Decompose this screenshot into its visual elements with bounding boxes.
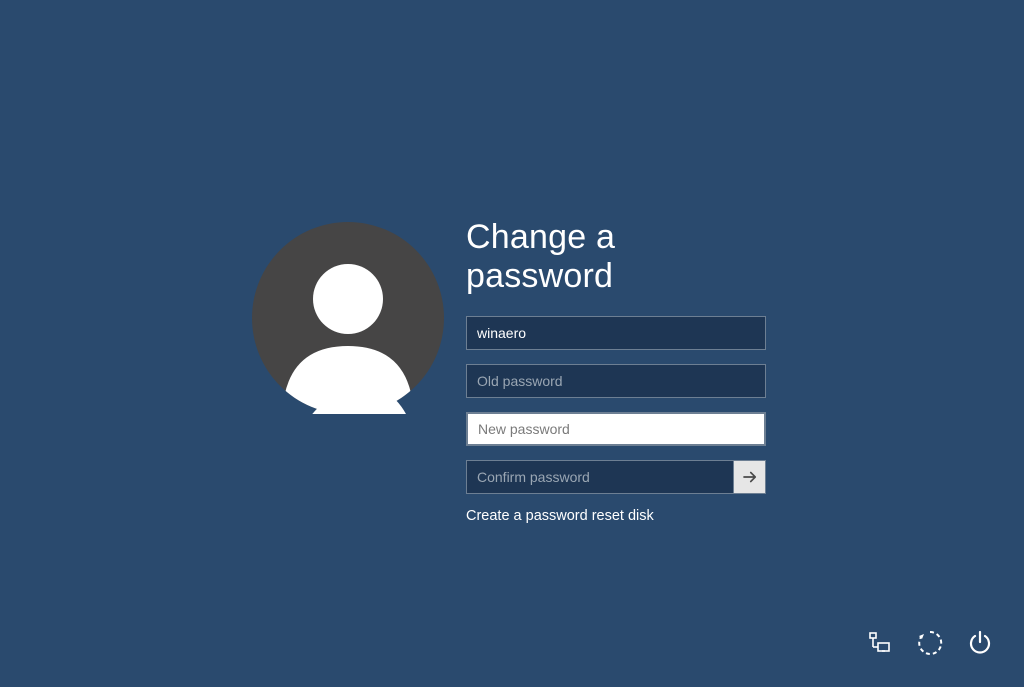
system-tray	[866, 629, 994, 657]
arrow-right-icon	[741, 468, 759, 486]
form-area: Change a password Create a password rese…	[466, 222, 768, 525]
submit-button[interactable]	[734, 460, 766, 494]
old-password-row	[466, 364, 766, 398]
network-icon	[867, 630, 893, 656]
user-avatar-icon	[252, 222, 444, 414]
username-row	[466, 316, 766, 350]
user-avatar	[252, 222, 444, 414]
old-password-input[interactable]	[466, 364, 766, 398]
new-password-input[interactable]	[466, 412, 766, 446]
confirm-password-row	[466, 460, 766, 494]
ease-of-access-icon	[917, 630, 943, 656]
ease-of-access-button[interactable]	[916, 629, 944, 657]
power-icon	[967, 630, 993, 656]
page-title: Change a password	[466, 218, 768, 296]
network-button[interactable]	[866, 629, 894, 657]
confirm-password-input[interactable]	[466, 460, 734, 494]
new-password-row	[466, 412, 766, 446]
power-button[interactable]	[966, 629, 994, 657]
change-password-panel: Change a password Create a password rese…	[252, 222, 768, 525]
create-reset-disk-link[interactable]: Create a password reset disk	[466, 508, 654, 524]
username-input[interactable]	[466, 316, 766, 350]
